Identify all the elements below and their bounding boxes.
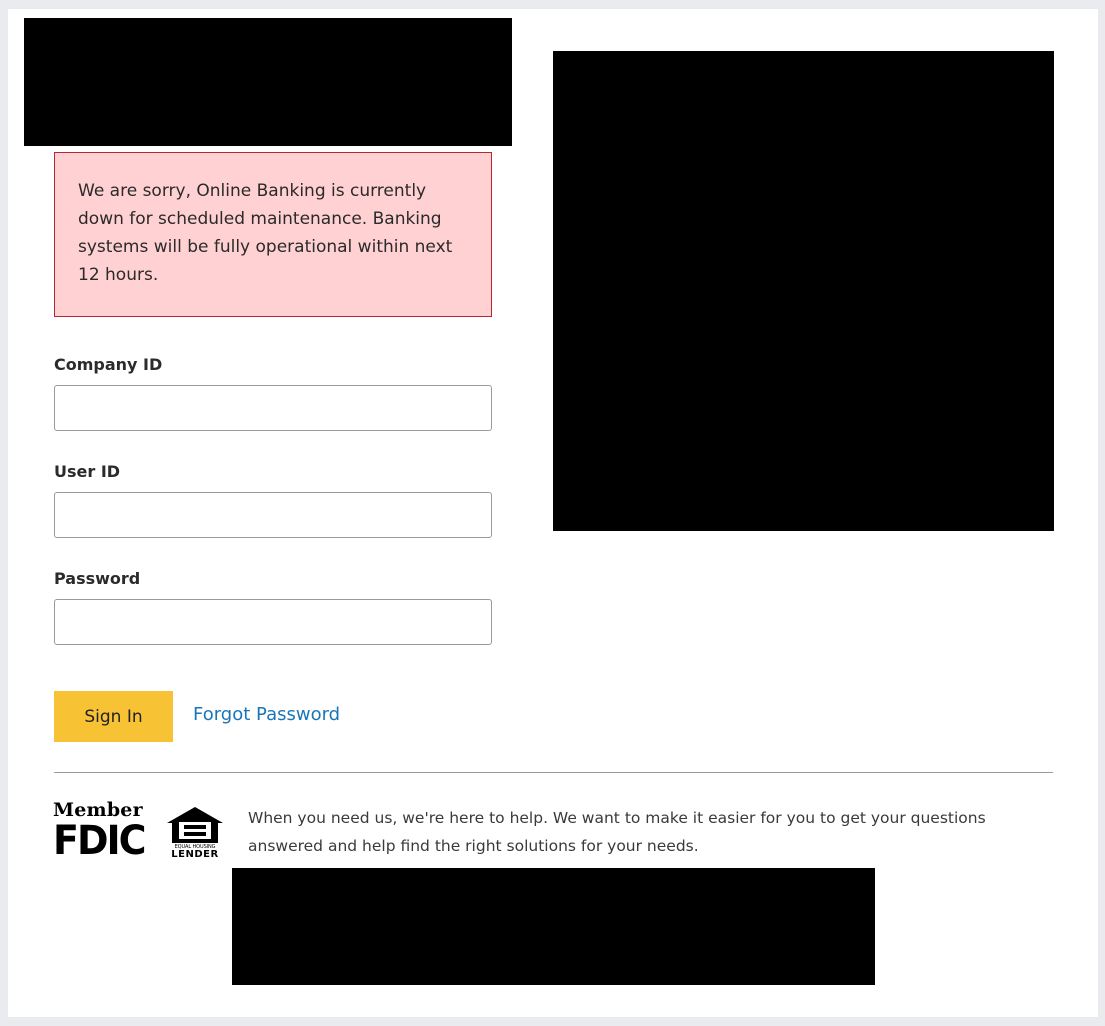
help-message: When you need us, we're here to help. We… (248, 809, 986, 855)
company-id-input[interactable] (54, 385, 492, 431)
redacted-logo-block (24, 18, 512, 146)
fdic-logo-icon: Member FDIC (53, 799, 158, 863)
user-id-input[interactable] (54, 492, 492, 538)
redacted-footer-block (232, 868, 875, 985)
equal-housing-house-icon (167, 807, 223, 843)
maintenance-alert: We are sorry, Online Banking is currentl… (54, 152, 492, 317)
footer-divider (54, 772, 1053, 773)
forgot-password-link[interactable]: Forgot Password (193, 704, 340, 725)
redacted-promo-image (553, 51, 1054, 531)
equal-housing-lender-icon: EQUAL HOUSING LENDER (163, 805, 227, 867)
login-panel: We are sorry, Online Banking is currentl… (8, 9, 1098, 1017)
user-id-label: User ID (54, 462, 121, 481)
company-id-label: Company ID (54, 355, 163, 374)
fdic-name-text: FDIC (53, 817, 147, 864)
sign-in-button[interactable]: Sign In (54, 691, 173, 742)
maintenance-alert-text: We are sorry, Online Banking is currentl… (78, 181, 453, 285)
password-label: Password (54, 569, 141, 588)
password-input[interactable] (54, 599, 492, 645)
lender-text: LENDER (171, 849, 219, 860)
